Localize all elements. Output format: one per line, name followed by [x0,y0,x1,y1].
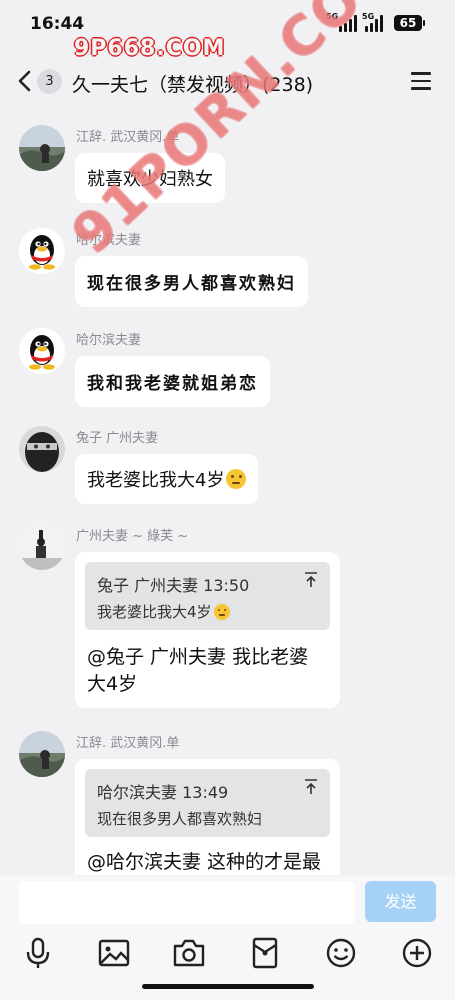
thinking-emoji-icon [213,604,230,620]
pin-icon[interactable] [304,779,318,795]
toolbar [0,936,455,970]
chat-title[interactable]: 久一夫七（禁发视频）(238) [72,70,313,97]
sender-name: 兔子 广州夫妻 [76,431,159,446]
reply-text-line-2: 大4岁 [87,673,138,695]
image-icon[interactable] [97,936,131,970]
signal-icon-2: 5G [362,12,392,32]
red-packet-icon[interactable] [248,936,282,970]
avatar[interactable] [19,524,65,570]
reply-bubble[interactable]: 兔子 广州夫妻 13:50 我老婆比我大4岁 @兔子 广州夫妻 我比老婆 大4岁 [75,552,340,708]
unread-badge[interactable]: 3 [37,69,62,94]
message-bubble[interactable]: 我和我老婆就姐弟恋 [75,356,270,407]
avatar[interactable] [19,731,65,777]
message-bubble[interactable]: 就喜欢少妇熟女 [75,153,225,203]
reply-bubble[interactable]: 哈尔滨夫妻 13:49 现在很多男人都喜欢熟妇 @哈尔滨夫妻 这种的才是最 [75,759,340,875]
reply-text-line-1: @哈尔滨夫妻 这种的才是最 [87,851,322,873]
composer: 发送 [0,876,455,1000]
message-list[interactable]: 江辞. 武汉黄冈.单 就喜欢少妇熟女 哈尔滨夫妻 现在很多男人都喜欢熟妇 哈尔滨… [0,108,455,875]
quote-text-value: 我老婆比我大4岁 [97,603,212,621]
sender-name: 江辞. 武汉黄冈.单 [76,130,180,145]
quoted-message[interactable]: 兔子 广州夫妻 13:50 我老婆比我大4岁 [85,562,330,630]
avatar[interactable] [19,228,65,274]
message-input[interactable] [19,881,355,924]
message-text: 就喜欢少妇熟女 [87,169,213,190]
sender-name: 广州夫妻 ~ 綠芙 ~ [76,529,189,544]
signal-label: 5G [326,12,339,21]
message-text: 我老婆比我大4岁 [87,470,225,491]
quoted-message[interactable]: 哈尔滨夫妻 13:49 现在很多男人都喜欢熟妇 [85,769,330,837]
emoji-icon[interactable] [324,936,358,970]
sender-name: 哈尔滨夫妻 [76,333,142,348]
send-button[interactable]: 发送 [365,881,436,922]
battery-tip [423,20,425,26]
back-arrow-icon[interactable] [14,69,38,93]
thinking-emoji-icon [226,469,247,489]
quote-header: 兔子 广州夫妻 13:50 [97,576,250,595]
watermark-top: 9P668.COM [74,36,226,61]
avatar[interactable] [19,328,65,374]
status-bar: 16:44 5G 5G 65 [0,0,455,44]
camera-icon[interactable] [172,936,206,970]
message-bubble[interactable]: 现在很多男人都喜欢熟妇 [75,256,308,307]
battery-icon: 65 [394,15,422,31]
menu-icon[interactable] [411,72,431,90]
message-text: 我和我老婆就姐弟恋 [87,374,258,394]
avatar[interactable] [19,426,65,472]
signal-label-2: 5G [362,12,375,21]
message-text: 现在很多男人都喜欢熟妇 [87,274,296,294]
home-indicator [142,984,314,989]
quote-text: 我老婆比我大4岁 [97,601,230,622]
quote-header: 哈尔滨夫妻 13:49 [97,783,229,802]
message-bubble[interactable]: 我老婆比我大4岁 [75,454,259,504]
signal-icon: 5G [326,12,357,32]
reply-text-line-1: @兔子 广州夫妻 我比老婆 [87,646,309,668]
status-time: 16:44 [30,14,85,34]
microphone-icon[interactable] [21,936,55,970]
avatar[interactable] [19,125,65,171]
pin-icon[interactable] [304,572,318,588]
sender-name: 江辞. 武汉黄冈.单 [76,736,180,751]
quote-text: 现在很多男人都喜欢熟妇 [97,810,263,828]
plus-icon[interactable] [400,936,434,970]
sender-name: 哈尔滨夫妻 [76,233,142,248]
